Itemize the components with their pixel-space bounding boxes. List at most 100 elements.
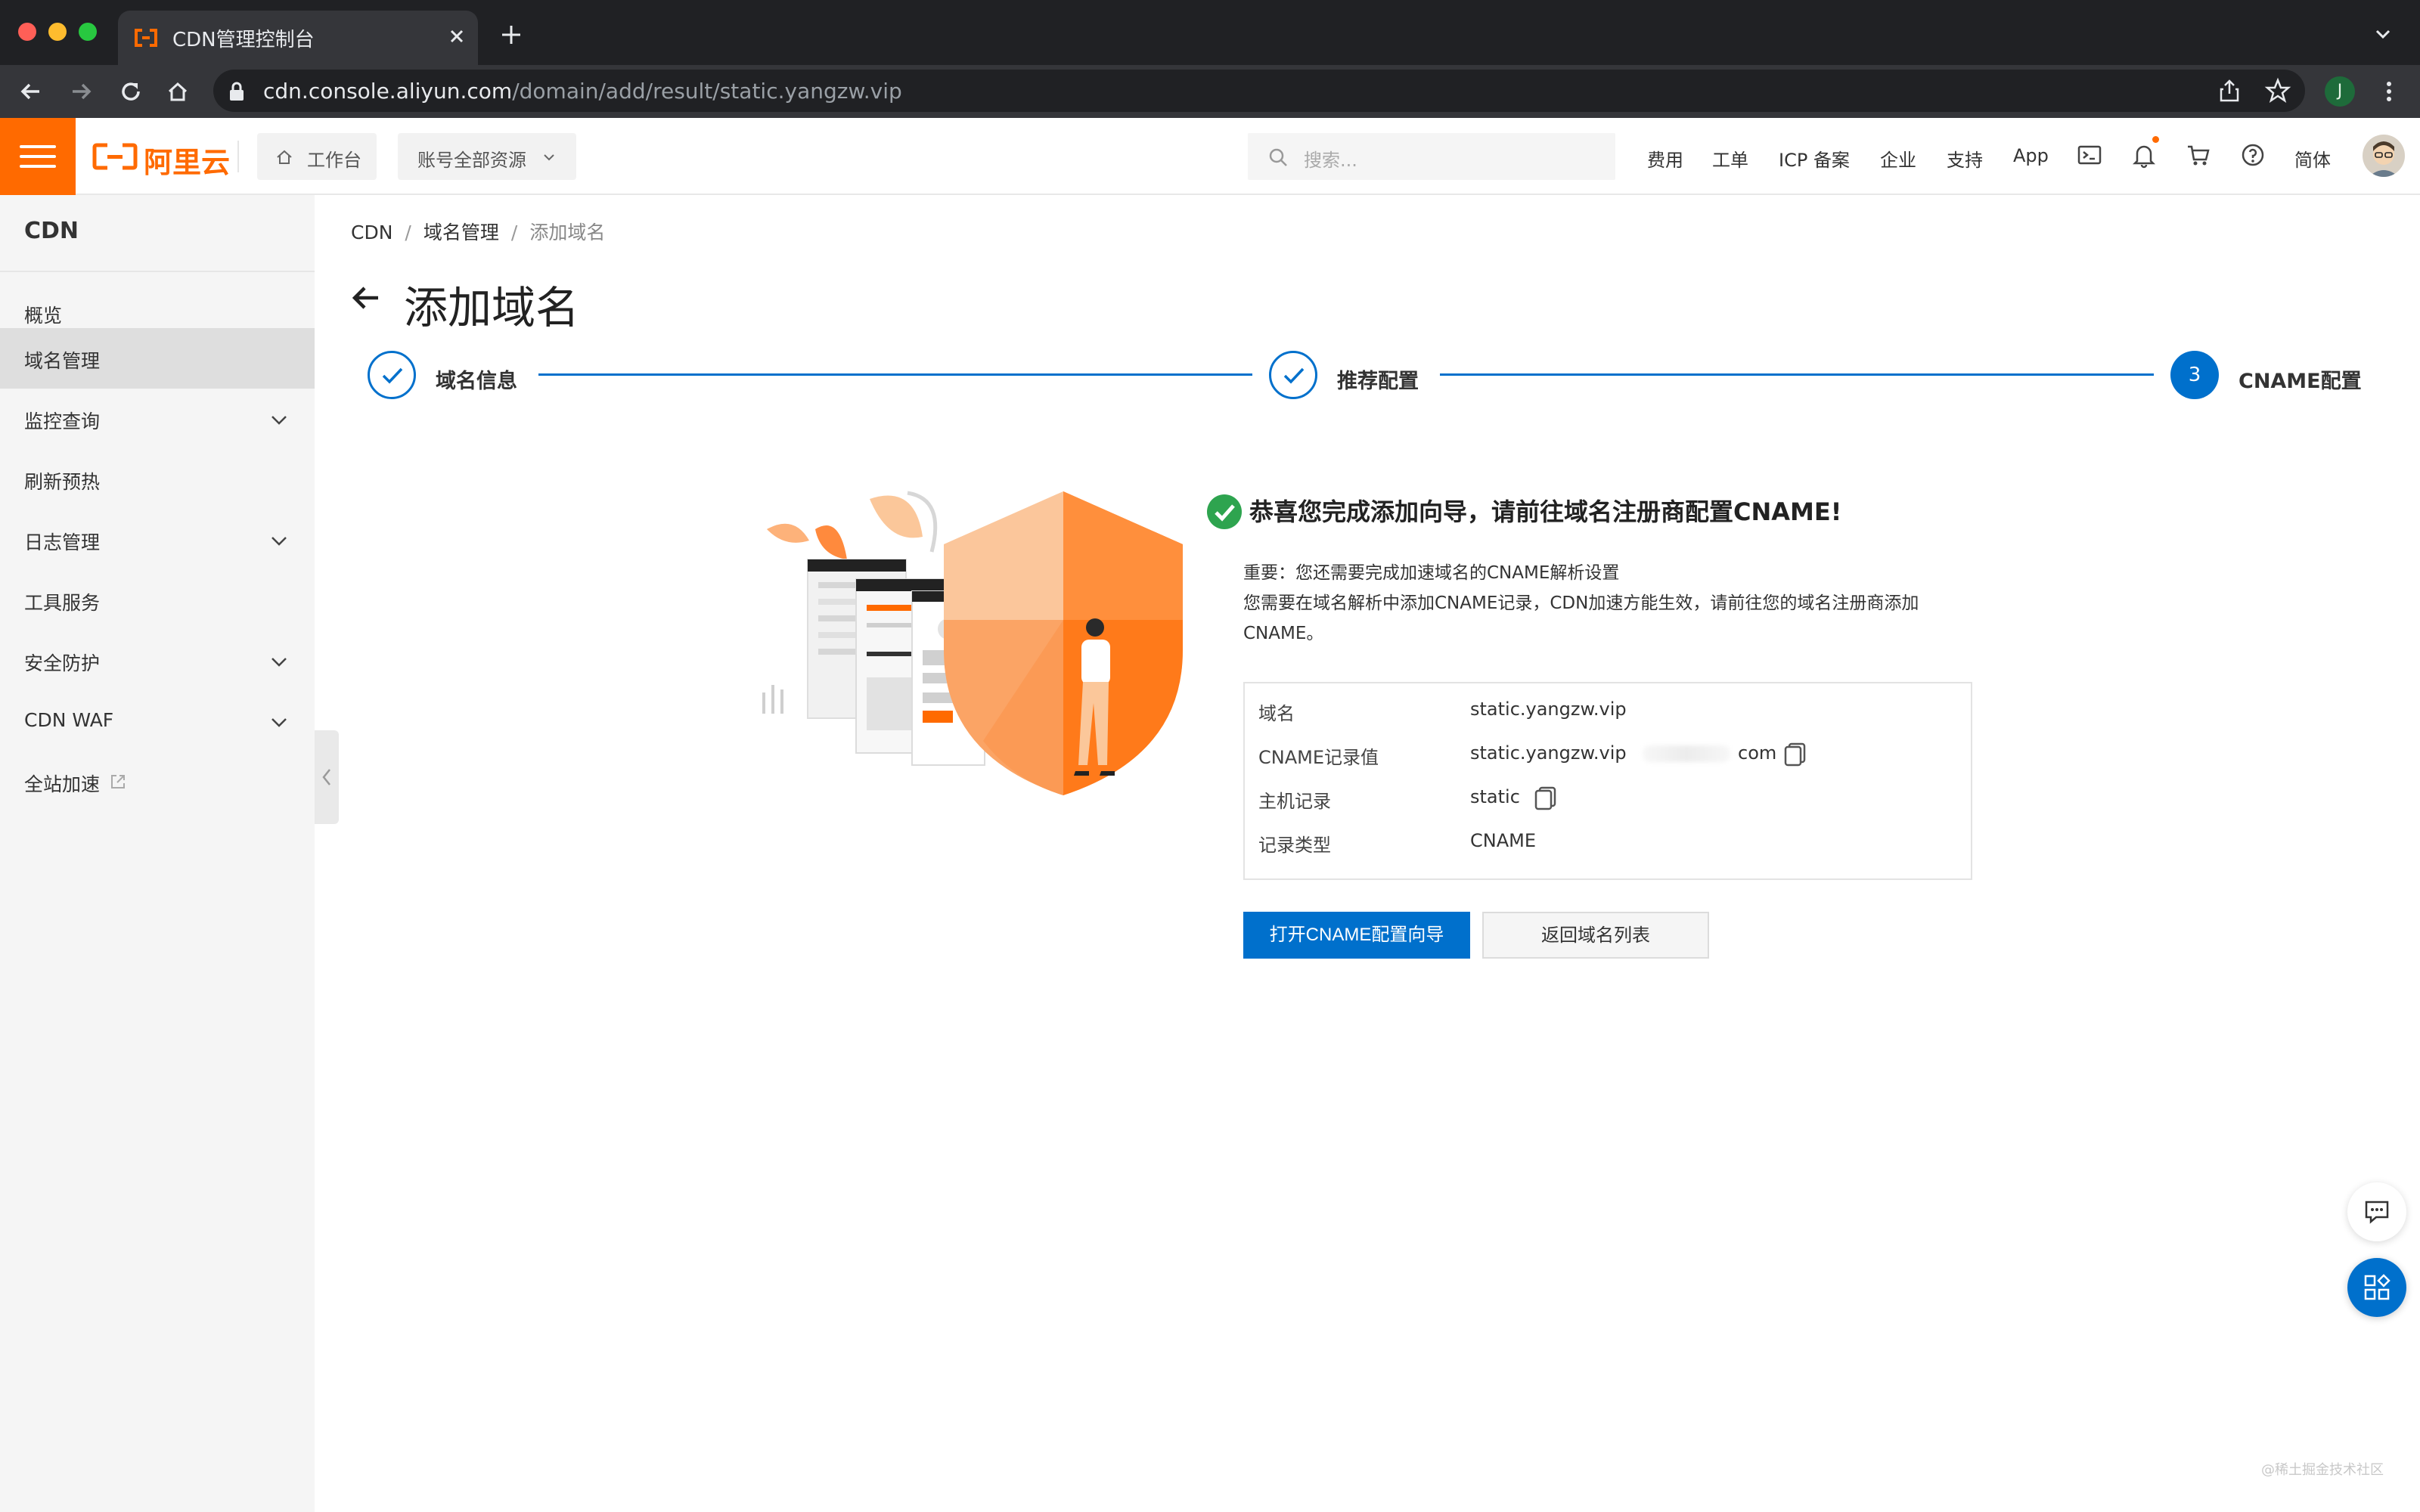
- feedback-float-button[interactable]: [2347, 1182, 2406, 1241]
- success-check-icon: [1207, 494, 1242, 529]
- copy-icon[interactable]: [1534, 785, 1558, 810]
- chevron-down-icon: [271, 416, 287, 425]
- apps-grid-icon: [2364, 1274, 2391, 1300]
- tab-close-icon[interactable]: [442, 21, 472, 51]
- info-value: static.yangzw.vip: [1470, 742, 1627, 764]
- back-to-domain-list-button[interactable]: 返回域名列表: [1482, 912, 1709, 959]
- sidebar-title: CDN: [24, 218, 79, 244]
- info-key: CNAME记录值: [1258, 747, 1379, 768]
- cname-instruction-line: 您需要在域名解析中添加CNAME记录，CDN加速方能生效，请前往您的域名注册商添…: [1243, 593, 1919, 613]
- reload-icon[interactable]: [116, 77, 145, 106]
- step-1-label: 域名信息: [436, 370, 517, 393]
- breadcrumb-item-cdn[interactable]: CDN: [351, 222, 392, 243]
- sidebar-item-label: 概览: [24, 305, 63, 327]
- sidebar-item-tools[interactable]: 工具服务: [0, 570, 315, 631]
- success-title: 恭喜您完成添加向导，请前往域名注册商配置CNAME!: [1249, 497, 1842, 526]
- info-row-cname: CNAME记录值 static.yangzw.vip com: [1258, 739, 1954, 770]
- window-minimize-dot[interactable]: [48, 23, 67, 41]
- aliyun-logo-mark-icon: [92, 143, 138, 170]
- step-2-done: [1269, 351, 1317, 399]
- info-row-record-type: 记录类型 CNAME: [1258, 827, 1954, 857]
- info-value: static.yangzw.vip: [1470, 699, 1627, 720]
- sidebar-item-refresh-preload[interactable]: 刷新预热: [0, 449, 315, 510]
- sidebar-item-domain-management[interactable]: 域名管理: [0, 328, 315, 389]
- info-row-host-record: 主机记录 static: [1258, 783, 1954, 813]
- lock-icon[interactable]: [228, 82, 245, 101]
- chevron-down-icon: [271, 718, 287, 727]
- sidebar-item-log-management[interactable]: 日志管理: [0, 510, 315, 570]
- resource-group-select[interactable]: 账号全部资源: [398, 133, 576, 180]
- bookmark-star-icon[interactable]: [2264, 77, 2291, 104]
- back-arrow-icon[interactable]: [348, 280, 384, 316]
- security-shield-illustration: [762, 491, 1183, 795]
- language-switch[interactable]: 简体: [2294, 145, 2331, 172]
- share-icon[interactable]: [2216, 77, 2243, 104]
- topbar-link-ticket[interactable]: 工单: [1712, 145, 1748, 172]
- topbar-link-billing[interactable]: 费用: [1647, 145, 1683, 172]
- sidebar-item-monitoring[interactable]: 监控查询: [0, 389, 315, 449]
- chat-icon: [2365, 1201, 2389, 1224]
- cart-icon[interactable]: [2184, 141, 2213, 169]
- browser-toolbar: cdn.console.aliyun.com/domain/add/result…: [0, 65, 2420, 118]
- chevron-down-icon: [544, 154, 554, 161]
- topbar-link-support[interactable]: 支持: [1947, 145, 1983, 172]
- cname-instruction-line: CNAME。: [1243, 624, 1324, 643]
- sidebar-item-label: 刷新预热: [24, 471, 101, 493]
- console-search-input[interactable]: 搜索...: [1248, 133, 1615, 180]
- tab-title: CDN管理控制台: [172, 29, 315, 51]
- redacted-value: [1643, 745, 1730, 762]
- aliyun-logo[interactable]: 阿里云: [92, 139, 230, 179]
- tab-search-chevron-icon[interactable]: [2372, 23, 2394, 45]
- topbar-link-app[interactable]: App: [2013, 145, 2049, 166]
- open-cname-wizard-button[interactable]: 打开CNAME配置向导: [1243, 912, 1470, 959]
- cname-important-note: 重要：您还需要完成加速域名的CNAME解析设置: [1243, 563, 1620, 583]
- back-icon[interactable]: [17, 77, 45, 106]
- window-close-dot[interactable]: [18, 23, 36, 41]
- breadcrumb-separator: /: [510, 222, 518, 243]
- copy-icon[interactable]: [1783, 741, 1807, 767]
- info-key: 主机记录: [1258, 791, 1331, 812]
- info-value: static: [1470, 786, 1520, 807]
- menu-toggle-button[interactable]: [0, 118, 76, 195]
- user-avatar[interactable]: [2363, 135, 2405, 177]
- url-path: /domain/add/result/static.yangzw.vip: [512, 79, 902, 104]
- browser-tab[interactable]: CDN管理控制台: [118, 11, 478, 65]
- profile-avatar[interactable]: J: [2325, 76, 2355, 107]
- sidebar-item-label: 监控查询: [24, 411, 101, 432]
- sidebar-item-dcdn[interactable]: 全站加速: [0, 751, 315, 812]
- address-bar[interactable]: cdn.console.aliyun.com/domain/add/result…: [213, 70, 2305, 112]
- chevron-left-icon: [322, 769, 330, 785]
- help-icon[interactable]: [2238, 141, 2267, 169]
- apps-float-button[interactable]: [2347, 1258, 2406, 1317]
- workbench-label: 工作台: [307, 150, 361, 171]
- window-zoom-dot[interactable]: [79, 23, 97, 41]
- sidebar-item-cdn-waf[interactable]: CDN WAF: [0, 691, 315, 751]
- sidebar: CDN 概览 域名管理 监控查询 刷新预热 日志管理 工具服务 安全防护 CDN…: [0, 195, 315, 1512]
- breadcrumb-item-domain-management[interactable]: 域名管理: [424, 222, 499, 243]
- new-tab-icon[interactable]: [496, 20, 526, 50]
- home-icon[interactable]: [163, 77, 192, 106]
- topbar-link-icp[interactable]: ICP 备案: [1779, 145, 1850, 172]
- workbench-button[interactable]: 工作台: [257, 133, 377, 180]
- console-topbar: 阿里云 工作台 账号全部资源 搜索... 费用 工单 ICP 备案 企业 支持 …: [0, 118, 2420, 195]
- logo-text: 阿里云: [144, 146, 231, 179]
- home-icon: [277, 150, 292, 164]
- info-key: 域名: [1258, 703, 1295, 724]
- breadcrumb-separator: /: [405, 222, 411, 243]
- browser-menu-icon[interactable]: [2375, 77, 2403, 106]
- breadcrumb: CDN / 域名管理 / 添加域名: [351, 218, 605, 245]
- breadcrumb-current: 添加域名: [529, 222, 606, 243]
- search-placeholder: 搜索...: [1304, 150, 1357, 171]
- topbar-link-enterprise[interactable]: 企业: [1880, 145, 1916, 172]
- url-host: cdn.console.aliyun.com: [263, 79, 513, 104]
- topbar-divider: [237, 141, 239, 172]
- info-value-suffix: com: [1738, 742, 1777, 764]
- terminal-icon[interactable]: [2075, 141, 2104, 169]
- url-text: cdn.console.aliyun.com/domain/add/result…: [263, 79, 902, 104]
- external-link-icon: [111, 775, 125, 789]
- notification-bell-icon[interactable]: [2130, 141, 2158, 169]
- sidebar-item-security[interactable]: 安全防护: [0, 631, 315, 691]
- sidebar-item-label: 域名管理: [24, 350, 101, 372]
- forward-icon[interactable]: [67, 77, 95, 106]
- sidebar-collapse-handle[interactable]: [315, 730, 339, 824]
